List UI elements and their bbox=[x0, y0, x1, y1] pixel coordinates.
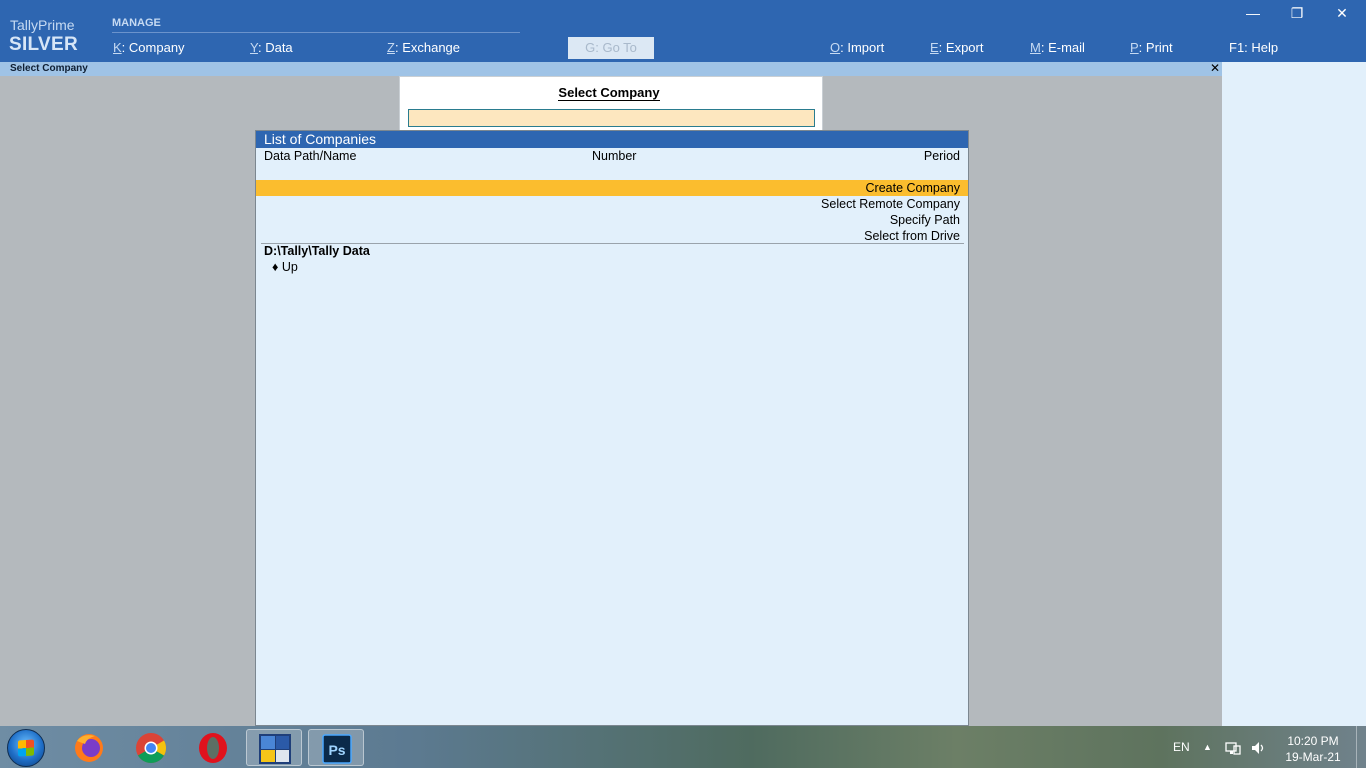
menu-label: Export bbox=[945, 40, 984, 55]
restore-icon[interactable]: ❐ bbox=[1286, 4, 1308, 22]
menu-exchange[interactable]: Z: Exchange bbox=[387, 40, 460, 55]
brand-name: TallyPrime bbox=[10, 17, 75, 33]
taskbar-tally[interactable] bbox=[246, 729, 302, 766]
menu-label: Help bbox=[1251, 40, 1279, 55]
taskbar-chrome[interactable] bbox=[123, 729, 179, 766]
menu-key: Y bbox=[250, 40, 258, 55]
volume-icon[interactable] bbox=[1250, 740, 1266, 756]
start-button-icon[interactable] bbox=[7, 729, 45, 767]
menu-goto[interactable]: G: Go To bbox=[568, 37, 654, 59]
system-clock[interactable]: 10:20 PM 19-Mar-21 bbox=[1277, 733, 1349, 765]
screen-title-bar: Select Company ✕ bbox=[0, 61, 1222, 76]
column-headers: Data Path/Name Number Period bbox=[256, 148, 968, 164]
manage-divider bbox=[112, 32, 520, 33]
close-screen-icon[interactable]: ✕ bbox=[1210, 61, 1220, 75]
menu-key: Z bbox=[387, 40, 395, 55]
menu-key: F1 bbox=[1229, 40, 1245, 55]
menu-email[interactable]: M: E-mail bbox=[1030, 40, 1085, 55]
clock-time: 10:20 PM bbox=[1287, 734, 1339, 748]
option-select-remote-company[interactable]: Select Remote Company bbox=[256, 196, 968, 212]
menu-company[interactable]: K: Company bbox=[113, 40, 185, 55]
menu-label: Company bbox=[128, 40, 185, 55]
taskbar: Ps bbox=[0, 726, 1366, 768]
menu-key: O bbox=[830, 40, 841, 55]
list-item-up[interactable]: ♦ Up bbox=[272, 260, 298, 274]
menu-label: Import bbox=[847, 40, 885, 55]
column-header-path: Data Path/Name bbox=[264, 149, 357, 163]
menu-key: M bbox=[1030, 40, 1041, 55]
close-icon[interactable]: ✕ bbox=[1331, 4, 1353, 22]
top-bar: TallyPrime SILVER MANAGE K: Company Y: D… bbox=[0, 0, 1366, 62]
show-desktop-button[interactable] bbox=[1356, 726, 1366, 768]
brand-edition: SILVER bbox=[9, 34, 79, 55]
column-header-number: Number bbox=[592, 149, 637, 163]
menu-label: Exchange bbox=[402, 40, 461, 55]
data-path: D:\Tally\Tally Data bbox=[264, 244, 370, 258]
menu-label: Data bbox=[265, 40, 293, 55]
option-select-from-drive[interactable]: Select from Drive bbox=[256, 228, 968, 244]
taskbar-opera[interactable] bbox=[185, 729, 241, 766]
column-header-period: Period bbox=[923, 149, 960, 163]
menu-data[interactable]: Y: Data bbox=[250, 40, 293, 55]
firefox-icon bbox=[75, 734, 103, 762]
minimize-icon[interactable]: — bbox=[1242, 4, 1264, 22]
select-company-heading-wrap: Select Company bbox=[400, 85, 818, 101]
chrome-icon bbox=[136, 733, 167, 764]
clock-date: 19-Mar-21 bbox=[1285, 750, 1341, 764]
company-search-input[interactable] bbox=[408, 109, 815, 127]
opera-icon bbox=[199, 733, 227, 763]
menu-key: E bbox=[930, 40, 939, 55]
show-hidden-icons-icon[interactable]: ▲ bbox=[1203, 742, 1212, 752]
option-create-company[interactable]: Create Company bbox=[256, 180, 968, 196]
screen-title: Select Company bbox=[10, 63, 88, 74]
tally-icon bbox=[259, 734, 291, 764]
menu-key: K bbox=[113, 40, 122, 55]
company-list-title: List of Companies bbox=[256, 131, 968, 148]
photoshop-icon: Ps bbox=[322, 734, 352, 764]
photoshop-label: Ps bbox=[328, 742, 345, 758]
diamond-bullet-icon: ♦ bbox=[272, 260, 279, 274]
taskbar-firefox[interactable] bbox=[61, 729, 117, 766]
menu-key: P bbox=[1130, 40, 1139, 55]
select-company-box: Select Company bbox=[399, 76, 823, 132]
taskbar-photoshop[interactable]: Ps bbox=[308, 729, 364, 766]
menu-label: Go To bbox=[602, 40, 637, 55]
company-list-panel: List of Companies Data Path/Name Number … bbox=[255, 130, 969, 726]
network-icon[interactable] bbox=[1225, 740, 1241, 756]
menu-import[interactable]: O: Import bbox=[830, 40, 884, 55]
menu-label: Print bbox=[1145, 40, 1173, 55]
up-label: Up bbox=[281, 260, 298, 274]
menu-export[interactable]: E: Export bbox=[930, 40, 983, 55]
button-bar-panel bbox=[1222, 62, 1366, 726]
menu-label: E-mail bbox=[1048, 40, 1085, 55]
menu-help[interactable]: F1: Help bbox=[1229, 40, 1278, 55]
menu-print[interactable]: P: Print bbox=[1130, 40, 1173, 55]
option-specify-path[interactable]: Specify Path bbox=[256, 212, 968, 228]
select-company-heading: Select Company bbox=[558, 85, 660, 101]
language-indicator[interactable]: EN bbox=[1173, 740, 1190, 754]
manage-section-label: MANAGE bbox=[112, 17, 161, 29]
menu-key: G bbox=[585, 40, 596, 55]
